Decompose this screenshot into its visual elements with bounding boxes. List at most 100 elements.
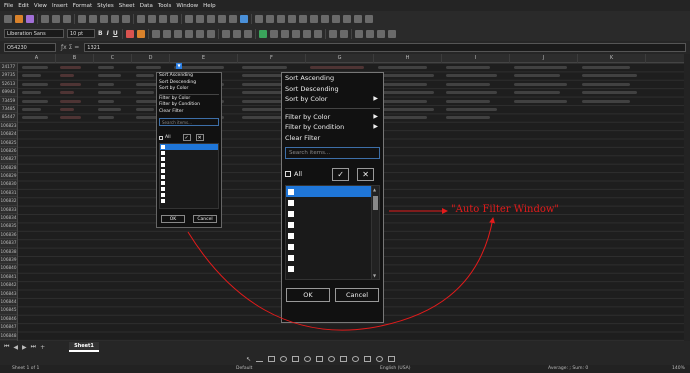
list-scrollbar[interactable]: ▲ ▼: [371, 186, 379, 279]
column-header[interactable]: A: [18, 54, 56, 63]
list-item[interactable]: [286, 208, 379, 219]
align-right-icon[interactable]: [173, 29, 182, 38]
sort-by-color-item[interactable]: Sort by Color ▶: [282, 94, 383, 105]
row-header[interactable]: 24177: [0, 63, 17, 72]
row-header[interactable]: 106837: [0, 239, 17, 248]
clear-filter-item[interactable]: Clear Filter: [282, 133, 383, 144]
row-icon[interactable]: [185, 14, 193, 23]
value-checkbox[interactable]: [161, 163, 165, 167]
row-header[interactable]: 106828: [0, 164, 17, 173]
row-header[interactable]: 106845: [0, 306, 17, 315]
search-items-input[interactable]: Search items...: [285, 147, 380, 159]
zoom-level[interactable]: 140%: [672, 366, 685, 371]
menu-insert[interactable]: Insert: [52, 3, 68, 9]
show-draw-functions-icon[interactable]: [365, 14, 373, 23]
row-header[interactable]: 106841: [0, 273, 17, 282]
value-checkbox[interactable]: [288, 210, 294, 217]
scroll-up-icon[interactable]: ▲: [373, 187, 376, 192]
save-icon[interactable]: [26, 14, 34, 23]
add-decimal-icon[interactable]: [302, 29, 311, 38]
values-list[interactable]: ▲ ▼: [285, 185, 380, 280]
list-item[interactable]: [286, 252, 379, 263]
font-color-icon[interactable]: [125, 29, 134, 38]
font-size-box[interactable]: 10 pt: [67, 29, 95, 38]
name-box[interactable]: O54230: [4, 43, 56, 52]
pivot-table-icon[interactable]: [277, 14, 285, 23]
column-header[interactable]: J: [510, 54, 578, 63]
row-header[interactable]: 106848: [0, 332, 17, 340]
paste-icon[interactable]: [100, 14, 108, 23]
currency-icon[interactable]: [258, 29, 267, 38]
value-checkbox[interactable]: [161, 169, 165, 173]
column-header[interactable]: D: [132, 54, 170, 63]
sort-ascending-item[interactable]: Sort Ascending: [282, 73, 383, 84]
row-header[interactable]: 106836: [0, 231, 17, 240]
number-format-icon[interactable]: [280, 29, 289, 38]
ellipse-icon[interactable]: [280, 356, 288, 362]
menu-help[interactable]: Help: [203, 3, 216, 9]
sort-by-color-item[interactable]: Sort by Color: [157, 86, 221, 93]
value-checkbox[interactable]: [161, 181, 165, 185]
row-header[interactable]: 73459: [0, 97, 17, 105]
column-header[interactable]: K: [578, 54, 646, 63]
row-header[interactable]: 106847: [0, 323, 17, 332]
row-header[interactable]: 52613: [0, 80, 17, 89]
row-header[interactable]: 106844: [0, 298, 17, 307]
row-header[interactable]: 73485: [0, 105, 17, 114]
menu-window[interactable]: Window: [176, 3, 198, 9]
print-icon[interactable]: [52, 14, 60, 23]
freeze-rows-columns-icon[interactable]: [343, 14, 351, 23]
row-header[interactable]: 106846: [0, 315, 17, 324]
column-header[interactable]: F: [238, 54, 306, 63]
image-icon[interactable]: [255, 14, 263, 23]
row-header[interactable]: 29735: [0, 71, 17, 80]
value-checkbox[interactable]: [288, 199, 294, 206]
sort-descending-item[interactable]: Sort Descending: [282, 84, 383, 95]
value-checkbox[interactable]: [288, 243, 294, 250]
row-header[interactable]: 106829: [0, 172, 17, 181]
list-item[interactable]: [286, 263, 379, 274]
row-header[interactable]: 106824: [0, 130, 17, 139]
column-header[interactable]: E: [170, 54, 238, 63]
filter-by-condition-item[interactable]: Filter by Condition ▶: [282, 122, 383, 133]
row-header[interactable]: 106838: [0, 248, 17, 256]
deselect-all-button[interactable]: ✕: [195, 134, 204, 141]
all-checkbox[interactable]: [285, 171, 291, 177]
smiley-icon[interactable]: [328, 356, 336, 362]
row-header[interactable]: 106830: [0, 180, 17, 189]
page-style[interactable]: Default: [236, 366, 252, 371]
value-checkbox[interactable]: [161, 199, 165, 203]
row-header[interactable]: 106833: [0, 206, 17, 215]
list-item[interactable]: [286, 230, 379, 241]
row-header[interactable]: 106843: [0, 290, 17, 298]
list-item[interactable]: [286, 241, 379, 252]
new-icon[interactable]: [4, 14, 12, 23]
menu-sheet[interactable]: Sheet: [119, 3, 135, 9]
callout-icon[interactable]: [364, 356, 372, 362]
value-checkbox[interactable]: [161, 193, 165, 197]
ok-button[interactable]: OK: [286, 288, 330, 302]
cut-icon[interactable]: [78, 14, 86, 23]
value-checkbox[interactable]: [161, 187, 165, 191]
chart-icon[interactable]: [266, 14, 274, 23]
deselect-all-button[interactable]: ✕: [357, 167, 375, 181]
align-left-icon[interactable]: [151, 29, 160, 38]
increase-indent-icon[interactable]: [328, 29, 337, 38]
menu-tools[interactable]: Tools: [158, 3, 172, 9]
value-checkbox[interactable]: [288, 221, 294, 228]
align-center-icon[interactable]: [162, 29, 171, 38]
open-icon[interactable]: [15, 14, 23, 23]
values-list[interactable]: [159, 143, 219, 209]
clear-formatting-icon[interactable]: [122, 14, 130, 23]
define-print-area-icon[interactable]: [332, 14, 340, 23]
special-character-icon[interactable]: [288, 14, 296, 23]
align-top-icon[interactable]: [221, 29, 230, 38]
sheet-tab[interactable]: Sheet1: [69, 342, 99, 352]
rectangle-icon[interactable]: [268, 356, 276, 362]
row-header[interactable]: 85447: [0, 113, 17, 122]
menu-styles[interactable]: Styles: [97, 3, 114, 9]
autofilter-dropdown-arrow[interactable]: ▼: [176, 63, 182, 69]
value-checkbox[interactable]: [288, 254, 294, 261]
spelling-icon[interactable]: [170, 14, 178, 23]
row-header[interactable]: 106825: [0, 139, 17, 147]
